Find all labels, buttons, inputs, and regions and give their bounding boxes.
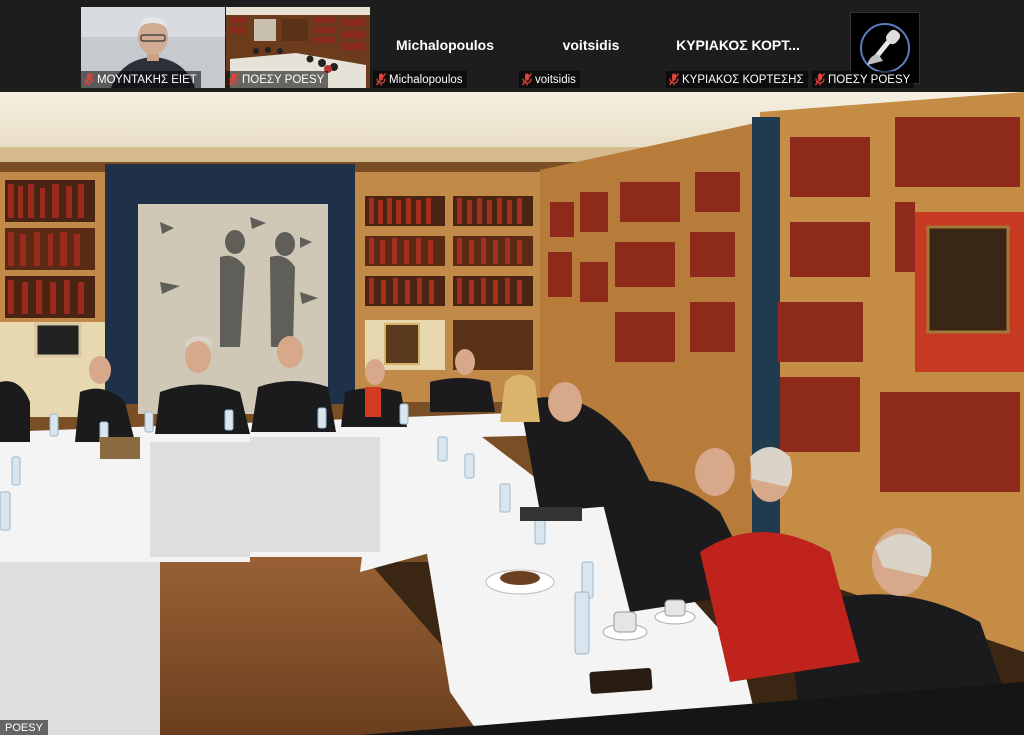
mic-muted-icon xyxy=(522,73,532,86)
participant-name: Michalopoulos xyxy=(389,73,463,86)
participant-tile-3[interactable]: Michalopoulos Michalopoulos xyxy=(373,7,517,88)
participant-name-label: ΠΟΕΣΥ POESY xyxy=(226,71,329,88)
participant-name-label: ΜΟΥΝΤΑΚΗΣ ΕΙΕΤ xyxy=(81,71,201,88)
participant-tile-2[interactable]: ΠΟΕΣΥ POESY xyxy=(226,7,370,88)
mic-muted-icon xyxy=(84,73,94,86)
participant-name-label: ΠΟΕΣΥ POESY xyxy=(812,71,915,88)
participant-name-label: voitsidis xyxy=(519,71,580,88)
participant-tile-6[interactable]: ΠΟΕΣΥ POESY xyxy=(812,7,956,88)
participant-tile-5[interactable]: ΚΥΡΙΑΚΟΣ ΚΟΡΤ... ΚΥΡΙΑΚΟΣ ΚΟΡΤΕΣΗΣ xyxy=(666,7,810,88)
mic-muted-icon xyxy=(376,73,386,86)
participant-name-label: Michalopoulos xyxy=(373,71,467,88)
participant-tile-4[interactable]: voitsidis voitsidis xyxy=(519,7,663,88)
active-speaker-label: POESY xyxy=(0,720,48,735)
mic-muted-icon xyxy=(815,73,825,86)
main-video[interactable]: POESY xyxy=(0,92,1024,735)
participant-name: voitsidis xyxy=(535,73,576,86)
participant-name: ΠΟΕΣΥ POESY xyxy=(828,73,911,86)
participant-strip: ΜΟΥΝΤΑΚΗΣ ΕΙΕΤ ΠΟΕΣΥ POESY Michalopoulos… xyxy=(0,0,1024,92)
meeting-room-scene xyxy=(0,92,1024,735)
mic-muted-icon xyxy=(669,73,679,86)
participant-tile-1[interactable]: ΜΟΥΝΤΑΚΗΣ ΕΙΕΤ xyxy=(81,7,225,88)
participant-display-name: Michalopoulos xyxy=(396,37,494,53)
participant-name: ΠΟΕΣΥ POESY xyxy=(242,73,325,86)
mic-muted-icon xyxy=(229,73,239,86)
participant-name: ΜΟΥΝΤΑΚΗΣ ΕΙΕΤ xyxy=(97,73,197,86)
participant-display-name: voitsidis xyxy=(562,37,620,53)
participant-display-name: ΚΥΡΙΑΚΟΣ ΚΟΡΤ... xyxy=(676,37,800,53)
participant-name: ΚΥΡΙΑΚΟΣ ΚΟΡΤΕΣΗΣ xyxy=(682,73,804,86)
participant-name-label: ΚΥΡΙΑΚΟΣ ΚΟΡΤΕΣΗΣ xyxy=(666,71,808,88)
